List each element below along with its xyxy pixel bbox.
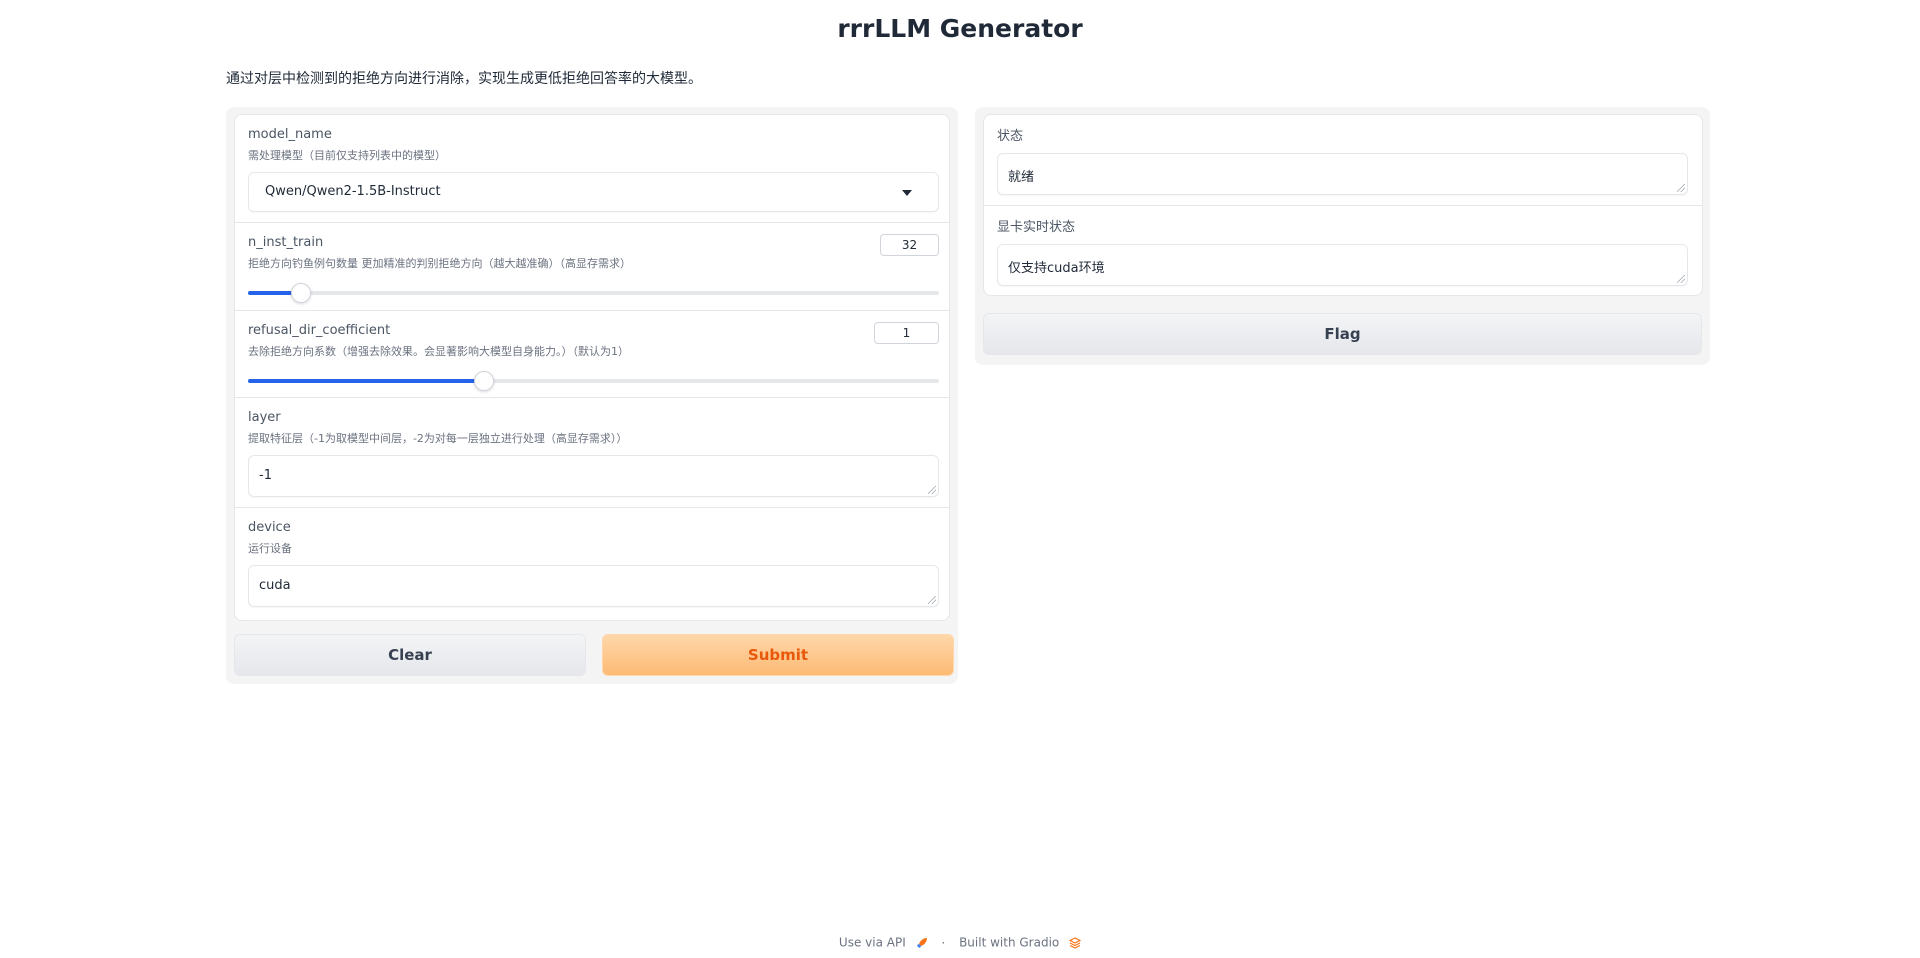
status-label: 状态: [997, 129, 1024, 144]
n-inst-train-info: 拒绝方向钓鱼例句数量 更加精准的判别拒绝方向（越大越准确）（高显存需求）: [248, 257, 631, 270]
model-name-dropdown[interactable]: Qwen/Qwen2-1.5B-Instruct: [248, 172, 939, 212]
layer-label: layer: [248, 410, 281, 425]
gpu-status-label: 显卡实时状态: [997, 220, 1076, 235]
refusal-coef-label: refusal_dir_coefficient: [248, 323, 391, 338]
n-inst-train-number-input[interactable]: 32: [880, 234, 939, 256]
model-name-info: 需处理模型（目前仅支持列表中的模型）: [248, 149, 446, 162]
refusal-coef-number-input[interactable]: 1: [874, 322, 939, 344]
resize-handle-icon[interactable]: [1677, 184, 1685, 192]
device-info: 运行设备: [248, 542, 292, 555]
n-inst-train-block: n_inst_train 拒绝方向钓鱼例句数量 更加精准的判别拒绝方向（越大越准…: [235, 223, 949, 311]
page-title: rrrLLM Generator: [837, 14, 1083, 43]
gpu-status-output[interactable]: 仅支持cuda环境: [997, 244, 1688, 286]
rocket-icon: [916, 937, 927, 948]
status-block: 状态 就绪: [984, 115, 1702, 206]
submit-button[interactable]: Submit: [602, 634, 954, 676]
device-block: device 运行设备 cuda: [235, 508, 949, 620]
clear-button[interactable]: Clear: [234, 634, 586, 676]
n-inst-train-slider[interactable]: [248, 283, 939, 303]
status-value: 就绪: [1008, 170, 1035, 185]
device-input[interactable]: cuda: [248, 565, 939, 607]
chevron-down-icon: [902, 190, 912, 196]
flag-button[interactable]: Flag: [983, 313, 1702, 355]
input-column: model_name 需处理模型（目前仅支持列表中的模型） Qwen/Qwen2…: [226, 107, 958, 684]
device-label: device: [248, 520, 291, 535]
model-name-value: Qwen/Qwen2-1.5B-Instruct: [265, 184, 441, 199]
page-description: 通过对层中检测到的拒绝方向进行消除，实现生成更低拒绝回答率的大模型。: [226, 71, 702, 87]
resize-handle-icon[interactable]: [928, 486, 936, 494]
n-inst-train-slider-thumb[interactable]: [290, 283, 311, 303]
layer-block: layer 提取特征层（-1为取模型中间层，-2为对每一层独立进行处理（高显存需…: [235, 398, 949, 508]
refusal-coef-block: refusal_dir_coefficient 去除拒绝方向系数（增强去除效果。…: [235, 311, 949, 398]
model-name-label: model_name: [248, 127, 332, 142]
refusal-coef-info: 去除拒绝方向系数（增强去除效果。会显著影响大模型自身能力。）（默认为1）: [248, 345, 629, 358]
refusal-coef-slider-fill: [248, 379, 483, 383]
output-column: 状态 就绪 显卡实时状态 仅支持cuda环境 Flag: [975, 107, 1710, 365]
input-form: model_name 需处理模型（目前仅支持列表中的模型） Qwen/Qwen2…: [234, 114, 950, 621]
status-output[interactable]: 就绪: [997, 153, 1688, 195]
layer-input[interactable]: -1: [248, 455, 939, 497]
layer-info: 提取特征层（-1为取模型中间层，-2为对每一层独立进行处理（高显存需求））: [248, 432, 628, 445]
footer-separator: ·: [941, 935, 946, 950]
refusal-coef-slider[interactable]: [248, 371, 939, 391]
model-name-block: model_name 需处理模型（目前仅支持列表中的模型） Qwen/Qwen2…: [235, 115, 949, 223]
output-form: 状态 就绪 显卡实时状态 仅支持cuda环境: [983, 114, 1703, 296]
layer-value: -1: [259, 468, 272, 483]
n-inst-train-label: n_inst_train: [248, 235, 324, 250]
built-with-gradio-link[interactable]: Built with Gradio: [959, 936, 1059, 950]
device-value: cuda: [259, 578, 291, 593]
gradio-logo-icon: [1069, 936, 1082, 949]
gpu-status-block: 显卡实时状态 仅支持cuda环境: [984, 206, 1702, 295]
refusal-coef-slider-thumb[interactable]: [473, 371, 494, 391]
resize-handle-icon[interactable]: [928, 596, 936, 604]
footer: Use via API · Built with Gradio: [0, 935, 1920, 950]
use-via-api-link[interactable]: Use via API: [839, 936, 906, 950]
resize-handle-icon[interactable]: [1677, 275, 1685, 283]
gpu-status-value: 仅支持cuda环境: [1008, 261, 1105, 276]
